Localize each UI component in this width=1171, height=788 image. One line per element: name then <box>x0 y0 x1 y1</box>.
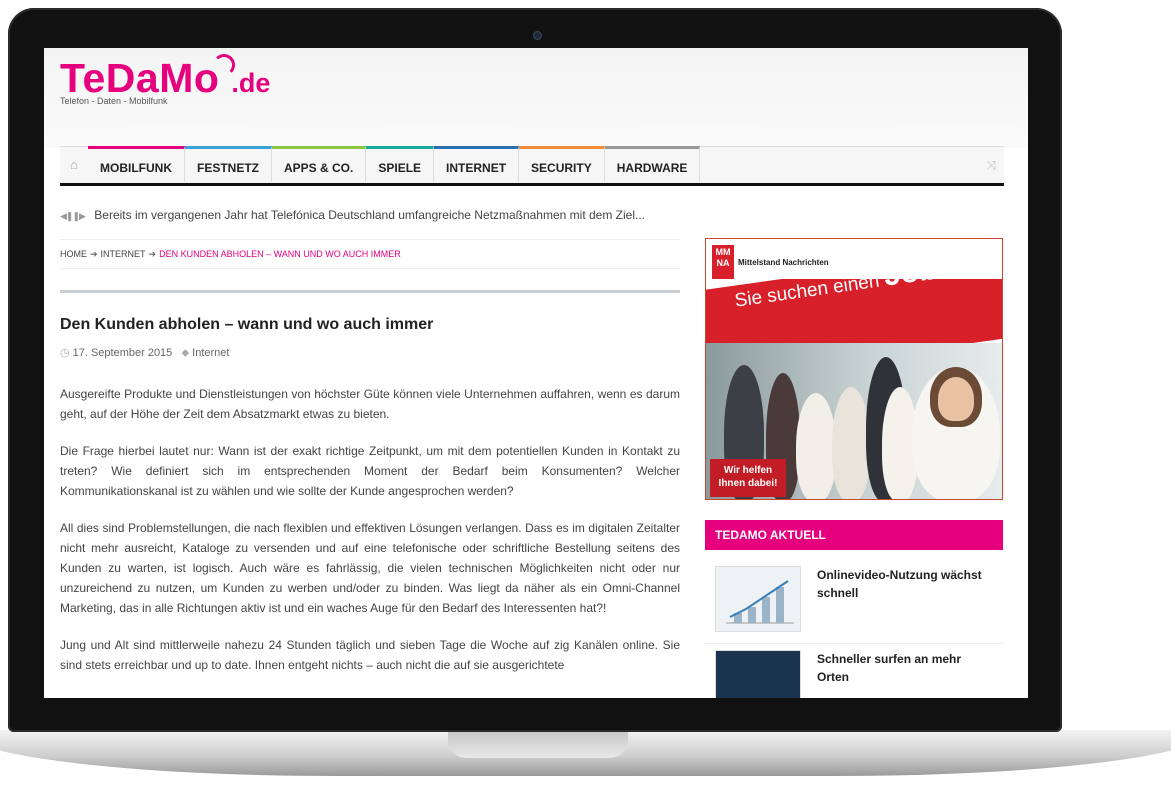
nav-item-hardware[interactable]: HARDWARE <box>604 146 701 182</box>
person-figure <box>832 387 870 499</box>
article-title: Den Kunden abholen – wann und wo auch im… <box>60 316 434 333</box>
breadcrumb-arrow-icon: ➔ <box>148 249 157 259</box>
article-body: Ausgereifte Produkte und Dienstleistunge… <box>60 384 680 692</box>
breadcrumb-current: DEN KUNDEN ABHOLEN – WANN UND WO AUCH IM… <box>159 249 401 259</box>
news-item[interactable]: Onlinevideo-Nutzung wächst schnell <box>705 560 1003 644</box>
sidebar-news-list: Onlinevideo-Nutzung wächst schnell Schne… <box>705 560 1003 698</box>
shuffle-icon[interactable]: ⤨ <box>986 147 996 183</box>
logo-main-text: TeDaMo <box>60 55 220 101</box>
site-logo[interactable]: TeDaMo .de Telefon - Daten - Mobilfunk <box>60 54 270 114</box>
tag-icon: ⬥ <box>181 347 190 359</box>
breadcrumb: HOME ➔ INTERNET ➔ DEN KUNDEN ABHOLEN – WANN … <box>60 239 680 269</box>
logo-tld-text: .de <box>231 68 271 98</box>
nav-item-security[interactable]: SECURITY <box>519 146 605 182</box>
ticker-text[interactable]: Bereits im vergangenen Jahr hat Telefóni… <box>94 208 645 222</box>
content-divider <box>60 290 680 293</box>
article-paragraph: Die Frage hierbei lautet nur: Wann ist d… <box>60 444 680 498</box>
chart-thumbnail-icon <box>726 580 794 624</box>
home-icon[interactable]: ⌂ <box>60 147 88 183</box>
signal-waves-icon <box>213 54 236 76</box>
article-meta: ◷ 17. September 2015 ⬥ Internet <box>60 346 229 360</box>
breadcrumb-category[interactable]: INTERNET <box>101 249 146 259</box>
ticker-controls-icon[interactable]: ◀❚❚▶ <box>60 211 86 221</box>
person-figure <box>796 393 836 499</box>
laptop-hinge-notch <box>448 732 628 758</box>
nav-menu: MOBILFUNK FESTNETZ APPS & CO. SPIELE INTERNE… <box>88 146 701 183</box>
ad-logo-mark: MM NA <box>712 245 734 279</box>
laptop-mockup: TeDaMo .de Telefon - Daten - Mobilfunk ⌂ … <box>0 0 1171 788</box>
article-date: 17. September 2015 <box>72 347 173 359</box>
clock-icon: ◷ <box>60 347 70 359</box>
ad-logo-text: Mittelstand Nachrichten <box>738 257 829 267</box>
news-thumbnail-dark[interactable] <box>715 650 801 698</box>
news-title[interactable]: Onlinevideo-Nutzung wächst schnell <box>817 566 993 637</box>
news-thumbnail-chart[interactable] <box>715 566 801 632</box>
nav-item-internet[interactable]: INTERNET <box>434 146 520 182</box>
nav-item-spiele[interactable]: SPIELE <box>366 146 435 182</box>
breadcrumb-arrow-icon: ➔ <box>90 249 98 259</box>
job-ad-banner[interactable]: MM NA Mittelstand Nachrichten Sie suchen… <box>705 238 1003 500</box>
article-paragraph: All dies sind Problemstellungen, die nac… <box>60 521 680 615</box>
article-paragraph: Ausgereifte Produkte und Dienstleistunge… <box>60 387 680 421</box>
article-category[interactable]: Internet <box>192 347 229 359</box>
news-ticker[interactable]: ◀❚❚▶ Bereits im vergangenen Jahr hat Tel… <box>60 208 645 222</box>
browser-viewport: TeDaMo .de Telefon - Daten - Mobilfunk ⌂ … <box>44 48 1028 698</box>
breadcrumb-home[interactable]: HOME <box>60 249 87 259</box>
article-paragraph: Jung und Alt sind mittlerweile nahezu 24… <box>60 638 680 672</box>
news-item[interactable]: Schneller surfen an mehr Orten <box>705 644 1003 698</box>
nav-item-apps-co[interactable]: APPS & CO. <box>272 146 367 182</box>
person-face <box>938 377 974 421</box>
news-title[interactable]: Schneller surfen an mehr Orten <box>817 650 993 698</box>
ad-help-badge: Wir helfen Ihnen dabei! <box>710 459 786 497</box>
main-navigation: ⌂ MOBILFUNK FESTNETZ APPS & CO. SPIELE INTER… <box>60 146 1004 186</box>
webcam-icon <box>533 31 542 40</box>
nav-item-mobilfunk[interactable]: MOBILFUNK <box>88 146 185 182</box>
nav-item-festnetz[interactable]: FESTNETZ <box>185 146 272 182</box>
sidebar-section-title: TEDAMO AKTUELL <box>705 520 1003 550</box>
